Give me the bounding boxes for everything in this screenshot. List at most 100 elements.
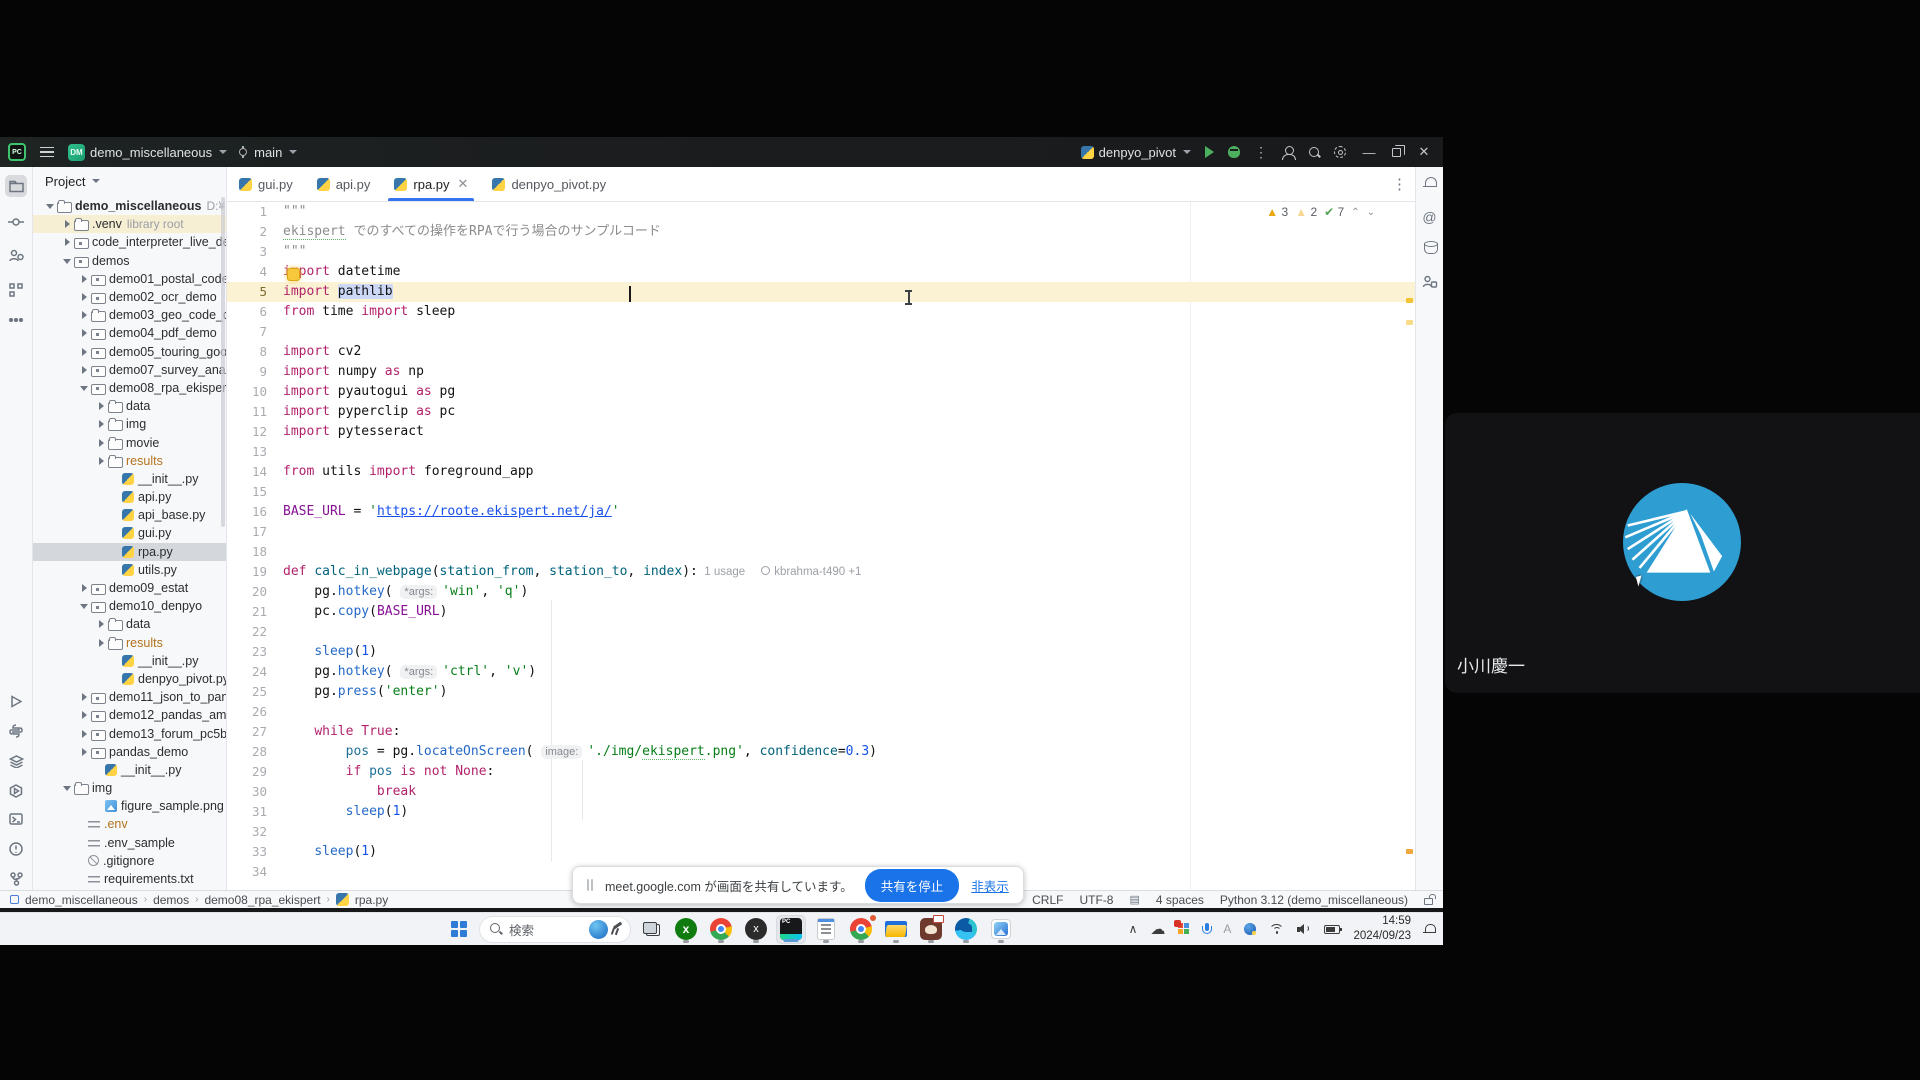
code-line-6[interactable]: 6from time import sleep [227,302,1415,322]
tree-item-api_base.py[interactable]: api_base.py [33,506,226,524]
code-line-7[interactable]: 7 [227,322,1415,342]
volume-icon[interactable] [1297,923,1311,935]
code-line-33[interactable]: 33 sleep(1) [227,842,1415,862]
version-control-button[interactable] [5,868,27,890]
code-line-25[interactable]: 25 pg.press('enter') [227,682,1415,702]
code-line-11[interactable]: 11import pyperclip as pc [227,402,1415,422]
tree-item-.gitignore[interactable]: .gitignore [33,852,226,870]
tree-closed-chevron-icon[interactable] [96,638,106,648]
tree-closed-chevron-icon[interactable] [96,456,106,466]
tree-closed-chevron-icon[interactable] [79,274,89,284]
microphone-tray-icon[interactable] [1203,923,1210,936]
code-line-16[interactable]: 16BASE_URL = 'https://roote.ekispert.net… [227,502,1415,522]
tree-item-demo04_pdf_demo[interactable]: demo04_pdf_demo [33,324,226,342]
taskbar-app-pycharm[interactable] [776,915,806,944]
code-with-me-icon[interactable] [1282,146,1295,159]
pull-requests-button[interactable] [5,245,27,267]
code-line-13[interactable]: 13 [227,442,1415,462]
prev-problem-icon[interactable]: ⌃ [1351,207,1359,218]
minimize-button[interactable]: — [1360,145,1378,160]
tree-item-movie[interactable]: movie [33,433,226,451]
tree-item-utils.py[interactable]: utils.py [33,561,226,579]
tree-item-demo12_pandas_amex[interactable]: demo12_pandas_amex [33,706,226,724]
code-line-4[interactable]: 4import datetime [227,262,1415,282]
tree-item-pandas_demo[interactable]: pandas_demo [33,743,226,761]
python-tray-icon[interactable] [1244,923,1256,935]
structure-tool-button[interactable] [5,279,27,301]
terminal-tool-button[interactable] [5,808,27,830]
search-everywhere-icon[interactable] [1309,147,1320,158]
tree-item-results[interactable]: results [33,634,226,652]
tree-item-.venv[interactable]: .venvlibrary root [33,215,226,233]
code-line-10[interactable]: 10import pyautogui as pg [227,382,1415,402]
tree-closed-chevron-icon[interactable] [79,692,89,702]
problems-tool-button[interactable] [5,838,27,860]
database-tool-icon[interactable] [1424,241,1436,254]
tree-closed-chevron-icon[interactable] [96,401,106,411]
taskbar-app-game-bar[interactable]: x [741,915,771,944]
code-line-21[interactable]: 21 pc.copy(BASE_URL) [227,602,1415,622]
tree-item-__init__.py[interactable]: __init__.py [33,470,226,488]
tree-item-data[interactable]: data [33,397,226,415]
taskbar-app-paint-app[interactable] [916,915,946,944]
code-line-22[interactable]: 22 [227,622,1415,642]
run-button[interactable] [1205,146,1214,158]
tree-closed-chevron-icon[interactable] [79,710,89,720]
project-selector[interactable]: DM demo_miscellaneous [68,144,227,161]
notifications-bell-icon[interactable] [1424,177,1436,189]
breadcrumb-demos[interactable]: demos [153,893,189,907]
coverage-tool-icon[interactable] [1422,275,1437,294]
code-line-1[interactable]: 1""" [227,202,1415,222]
remote-access-icon[interactable]: A [1223,922,1231,936]
code-editor[interactable]: 1"""2ekispert でのすべての操作をRPAで行う場合のサンプルコード 3… [227,202,1415,890]
status-item-4-spaces[interactable]: 4 spaces [1156,893,1204,907]
tree-item-denpyo_pivot.py[interactable]: denpyo_pivot.py [33,670,226,688]
tree-open-chevron-icon[interactable] [79,601,89,611]
tree-scrollbar[interactable] [221,197,225,527]
tree-item-demo03_geo_code_demo[interactable]: demo03_geo_code_demo [33,306,226,324]
tree-closed-chevron-icon[interactable] [79,292,89,302]
warning-stripe-mark[interactable] [1406,320,1413,325]
participant-video-tile[interactable]: 小川慶一 [1445,413,1920,693]
code-line-30[interactable]: 30 break [227,782,1415,802]
close-tab-icon[interactable]: ✕ [458,176,469,192]
code-line-2[interactable]: 2ekispert でのすべての操作をRPAで行う場合のサンプルコード [227,222,1415,242]
tree-item-.env_sample[interactable]: .env_sample [33,834,226,852]
taskbar-app-edge[interactable] [951,915,981,944]
code-line-23[interactable]: 23 sleep(1) [227,642,1415,662]
tree-closed-chevron-icon[interactable] [62,237,72,247]
code-line-12[interactable]: 12import pytesseract [227,422,1415,442]
tree-item-__init__.py[interactable]: __init__.py [33,652,226,670]
tree-item-rpa.py[interactable]: rpa.py [33,543,226,561]
code-line-28[interactable]: 28 pos = pg.locateOnScreen( image:'./img… [227,742,1415,762]
tree-open-chevron-icon[interactable] [45,201,55,211]
tree-item-demo10_denpyo[interactable]: demo10_denpyo [33,597,226,615]
tree-item-img[interactable]: img [33,415,226,433]
chevron-down-icon[interactable] [92,179,100,183]
status-item-crlf[interactable]: CRLF [1032,893,1063,907]
tree-item-data[interactable]: data [33,615,226,633]
next-problem-icon[interactable]: ⌄ [1367,207,1375,218]
reader-mode-icon[interactable]: ▤ [1129,893,1139,906]
lock-icon[interactable] [1424,898,1433,905]
taskbar-search-input[interactable]: 検索 [479,916,631,943]
tree-closed-chevron-icon[interactable] [79,747,89,757]
code-line-24[interactable]: 24 pg.hotkey( *args:'ctrl', 'v') [227,662,1415,682]
tree-closed-chevron-icon[interactable] [96,619,106,629]
warning-stripe-mark[interactable] [1406,849,1413,854]
tree-closed-chevron-icon[interactable] [79,347,89,357]
tree-item-img[interactable]: img [33,779,226,797]
breadcrumb-demo08_rpa_ekispert[interactable]: demo08_rpa_ekispert [204,893,320,907]
tab-options-icon[interactable]: ⋮ [1392,167,1407,201]
taskbar-app-notepad[interactable] [811,915,841,944]
taskbar-clock[interactable]: 14:59 2024/09/23 [1353,914,1411,944]
tree-item-demo11_json_to_pandas[interactable]: demo11_json_to_pandas [33,688,226,706]
code-line-8[interactable]: 8import cv2 [227,342,1415,362]
tree-item-gui.py[interactable]: gui.py [33,524,226,542]
code-line-31[interactable]: 31 sleep(1) [227,802,1415,822]
tree-closed-chevron-icon[interactable] [79,310,89,320]
battery-icon[interactable] [1324,925,1340,934]
tree-item-demo07_survey_analysys[interactable]: demo07_survey_analysys [33,361,226,379]
run-anything-button[interactable] [5,780,27,802]
start-button[interactable] [444,915,474,944]
